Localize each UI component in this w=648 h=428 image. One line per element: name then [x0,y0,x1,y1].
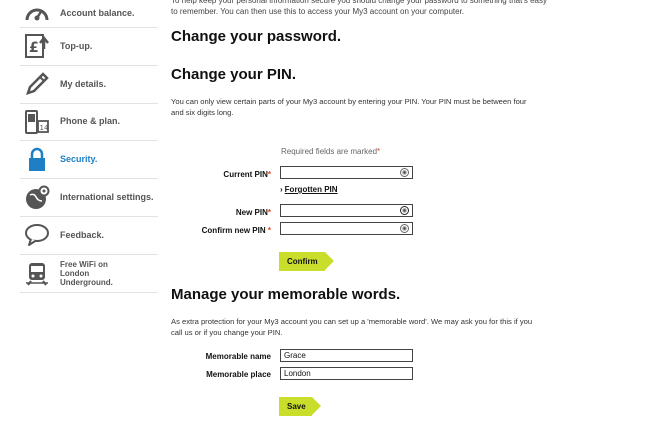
current-pin-label: Current PIN* [171,170,271,179]
required-star: * [267,226,271,235]
sidebar-item-security[interactable]: Security. [20,141,158,180]
pound-upload-icon: £ [20,31,54,61]
confirm-pin-label-text: Confirm new PIN [201,226,268,235]
sidebar-item-free-wifi[interactable]: Free WiFi on London Underground. [20,255,158,293]
memorable-name-field[interactable]: Grace [280,349,413,362]
globe-gear-icon [20,183,54,213]
change-pin-title: Change your PIN. [171,66,297,83]
speedometer-icon [20,0,54,29]
arrow-right-icon: › [280,185,283,194]
phone-calendar-icon: 14 [20,107,54,137]
confirm-pin-field[interactable]: ◉ [280,222,413,235]
sidebar-item-label: Phone & plan. [60,116,121,127]
intro-text: To help keep your personal information s… [171,0,547,16]
pin-description: You can only view certain parts of your … [171,97,527,117]
eye-icon[interactable]: ◉ [400,224,409,233]
sidebar-item-label: My details. [60,78,107,89]
sidebar-item-label: Feedback. [60,229,105,240]
required-star: * [267,170,271,179]
memorable-place-label: Memorable place [206,370,271,379]
speech-bubble-icon [20,220,54,250]
sidebar-item-my-details[interactable]: My details. [20,66,158,104]
padlock-icon [20,145,54,175]
forgotten-pin-link[interactable]: › Forgotten PIN [280,185,338,194]
memorable-words-title: Manage your memorable words. [171,286,401,303]
new-pin-label-text: New PIN [235,208,268,217]
pencil-icon [20,69,54,99]
sidebar-item-account-balance[interactable]: Account balance. [20,0,158,28]
new-pin-field[interactable]: ◉ [280,204,413,217]
svg-text:£: £ [29,40,39,56]
train-icon [20,258,54,288]
eye-icon[interactable]: ◉ [400,168,409,177]
confirm-button[interactable]: Confirm [279,252,334,271]
save-button[interactable]: Save [279,397,321,416]
new-pin-label: New PIN* [171,208,271,217]
memorable-description: As extra protection for your My3 account… [171,317,533,337]
sidebar-nav: Account balance. £ Top-up. My details. 1… [20,0,158,293]
forgotten-pin-link-text: Forgotten PIN [284,185,338,194]
required-note-text: Required fields are marked [281,147,378,156]
current-pin-label-text: Current PIN [223,170,268,179]
required-note: Required fields are marked* [281,147,380,156]
sidebar-item-label: Account balance. [60,8,135,18]
eye-icon[interactable]: ◉ [400,206,409,215]
memorable-name-label: Memorable name [205,352,271,361]
confirm-pin-label: Confirm new PIN * [171,226,271,235]
required-star: * [267,208,271,217]
current-pin-field[interactable]: ◉ [280,166,413,179]
sidebar-item-phone-plan[interactable]: 14 Phone & plan. [20,104,158,142]
sidebar-item-label: Top-up. [60,40,93,51]
sidebar-item-top-up[interactable]: £ Top-up. [20,28,158,66]
svg-text:14: 14 [40,124,49,132]
sidebar-item-label: Free WiFi on London Underground. [60,259,113,287]
change-password-title: Change your password. [171,28,342,45]
sidebar-item-label: Security. [60,154,98,165]
memorable-place-field[interactable]: London [280,367,413,380]
required-star: * [377,147,381,156]
sidebar-item-feedback[interactable]: Feedback. [20,217,158,255]
sidebar-item-international[interactable]: International settings. [20,179,158,217]
sidebar-item-label: International settings. [60,192,154,203]
